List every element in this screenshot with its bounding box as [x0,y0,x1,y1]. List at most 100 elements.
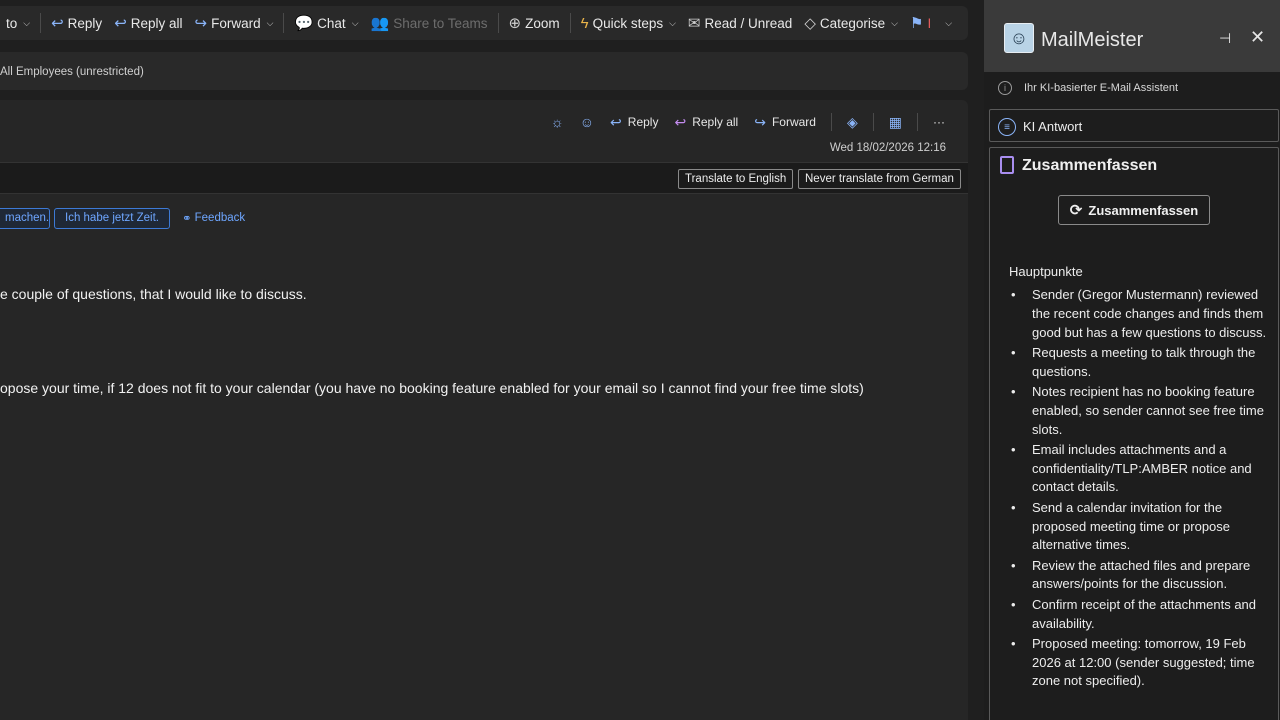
envelope-open-icon: ✉ [687,15,701,32]
message-forward-button[interactable]: ↪ Forward [749,112,821,132]
chevron-down-icon: ⌵ [669,17,676,28]
suggested-reply-2[interactable]: Ich habe jetzt Zeit. [54,208,170,229]
chat-icon: 💬 [294,15,314,32]
chevron-down-icon: ⌵ [23,17,31,28]
summarize-section: Zusammenfassen ⟳ Zusammenfassen Hauptpun… [989,147,1279,720]
never-translate-button[interactable]: Never translate from German [798,169,961,189]
mailmeister-logo-icon: ☺ [1004,23,1034,53]
message-reply-all-button[interactable]: ↩ Reply all [669,112,743,132]
main-points-label: Hauptpunkte [1009,264,1083,279]
mail-area: to ⌵ ↩ Reply ↩ Reply all ↪ Forward ⌵ 💬 C… [0,0,984,720]
summary-point: Requests a meeting to talk through the q… [1009,344,1267,382]
brightness-button[interactable]: ☼ [546,112,569,132]
divider [830,113,832,131]
summary-point: Proposed meeting: tomorrow, 19 Feb 2026 … [1009,635,1267,691]
message-reply-button[interactable]: ↩ Reply [605,112,663,132]
chevron-down-icon: ⌵ [351,17,359,28]
chevron-down-icon: ⌵ [891,17,898,28]
reply-icon: ↩ [610,113,622,130]
feedback-icon: ⚭ [182,213,192,225]
summary-point: Review the attached files and prepare an… [1009,557,1267,595]
summary-point: Email includes attachments and a confide… [1009,441,1267,497]
teams-icon: 👥 [370,15,390,32]
summarize-button-label: Zusammenfassen [1088,202,1199,218]
emoji-button[interactable]: ☺ [575,112,599,132]
reply-all-icon: ↩ [114,15,127,32]
flag-label: I [927,15,932,31]
divider [40,13,42,33]
quick-steps-button[interactable]: ϟ Quick steps ⌵ [575,6,682,40]
summary-points-list: Sender (Gregor Mustermann) reviewed the … [1009,286,1267,693]
message-body-line: e couple of questions, that I would like… [0,286,307,302]
message-body-line: opose your time, if 12 does not fit to y… [0,380,864,396]
chevron-down-icon: ⌵ [266,17,274,28]
tag-icon: ◇ [804,15,816,32]
zoom-button[interactable]: ⊕ Zoom [503,6,566,40]
pin-icon[interactable]: ⊣ [1219,30,1231,47]
move-to-label: to [6,15,18,31]
summarize-heading: Zusammenfassen [1022,157,1158,174]
categorise-button[interactable]: ◇ Categorise ⌵ [798,6,904,40]
panel-header: ☺ MailMeister ⊣ ✕ [984,0,1280,72]
ribbon-more-button[interactable]: ⌵ [937,6,958,40]
lightning-icon: ϟ [580,14,589,32]
reply-all-button[interactable]: ↩ Reply all [108,6,188,40]
read-unread-label: Read / Unread [704,15,793,31]
forward-icon: ↪ [194,15,208,32]
forward-button[interactable]: ↪ Forward ⌵ [189,6,280,40]
addin-button[interactable]: ◈ [842,112,863,132]
flag-button[interactable]: ⚑ I [904,6,937,40]
smiley-icon: ☺ [579,114,595,130]
summary-point: Notes recipient has no booking feature e… [1009,383,1267,439]
categorise-label: Categorise [819,15,886,31]
zoom-label: Zoom [525,15,560,31]
reply-all-icon: ↩ [674,113,687,130]
suggested-reply-1[interactable]: machen. [0,208,50,229]
chat-label: Chat [317,15,346,31]
chat-button[interactable]: 💬 Chat ⌵ [288,6,364,40]
sun-icon: ☼ [550,114,564,130]
summary-point: Confirm receipt of the attachments and a… [1009,596,1267,634]
info-icon: i [998,81,1012,95]
panel-title: MailMeister [1041,29,1144,51]
quick-steps-label: Quick steps [592,15,664,31]
reply-all-label: Reply all [130,15,183,31]
move-to-button[interactable]: to ⌵ [0,6,36,40]
translation-bar: Translate to English Never translate fro… [0,162,968,194]
panel-subtitle-row: i Ihr KI-basierter E-Mail Assistent [998,81,1178,95]
reply-icon: ↩ [51,15,64,32]
translate-to-english-button[interactable]: Translate to English [678,169,794,189]
ellipsis-icon: ··· [933,115,945,129]
refresh-icon: ⟳ [1069,202,1083,219]
share-to-teams-button[interactable]: 👥 Share to Teams [365,6,494,40]
reading-pane: ☼ ☺ ↩ Reply ↩ Reply all ↪ Forward ◈ ▦ ··… [0,100,968,720]
document-icon [1000,156,1014,174]
chevron-down-icon: ⌵ [945,17,953,28]
summary-point: Sender (Gregor Mustermann) reviewed the … [1009,286,1267,342]
forward-label: Forward [211,15,261,31]
ki-antwort-section[interactable]: ≡ KI Antwort [989,109,1279,142]
reply-button[interactable]: ↩ Reply [45,6,108,40]
divider [283,13,285,33]
close-icon[interactable]: ✕ [1250,27,1265,48]
chat-bubble-icon: ≡ [998,118,1016,136]
message-date: Wed 18/02/2026 12:16 [829,142,946,154]
flag-icon: ⚑ [909,15,924,32]
more-actions-button[interactable]: ··· [928,112,950,132]
sensitivity-label: All Employees (unrestricted) [0,52,968,90]
summarize-button[interactable]: ⟳ Zusammenfassen [1058,195,1210,225]
message-forward-label: Forward [771,115,816,129]
summary-point: Send a calendar invitation for the propo… [1009,499,1267,555]
read-unread-button[interactable]: ✉ Read / Unread [682,6,798,40]
divider [497,13,499,33]
message-reply-all-label: Reply all [692,115,739,129]
message-actions: ☼ ☺ ↩ Reply ↩ Reply all ↪ Forward ◈ ▦ ··… [546,112,950,132]
share-to-teams-label: Share to Teams [393,15,488,31]
apps-button[interactable]: ▦ [884,112,907,132]
message-reply-label: Reply [627,115,659,129]
divider [872,113,874,131]
panel-subtitle: Ihr KI-basierter E-Mail Assistent [1024,82,1179,94]
feedback-link[interactable]: ⚭ Feedback [182,211,245,225]
divider [917,113,918,131]
feedback-label: Feedback [194,212,246,224]
